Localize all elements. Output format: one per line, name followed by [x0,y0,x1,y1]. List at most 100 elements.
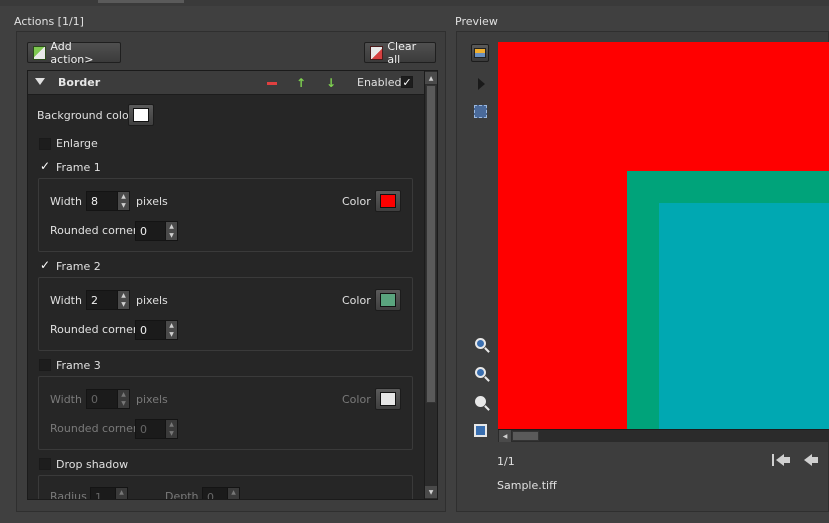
frame-2-color-button[interactable] [375,289,401,311]
drop-shadow-group: Radius 1▲▼ Depth 0▲▼ [38,475,413,500]
preview-image[interactable] [498,42,829,429]
spin-down-icon[interactable]: ▼ [228,497,239,499]
fit-window-button[interactable] [471,421,489,439]
radius-value: 1 [95,490,102,500]
frame-1-pixels-label: pixels [136,195,168,208]
spin-down-icon[interactable]: ▼ [166,231,177,240]
zoom-actual-icon [474,395,486,407]
image-icon [474,48,486,58]
frame-3-rounded-value: 0 [140,422,147,436]
move-up-icon[interactable]: ↑ [296,76,310,90]
frame-1-group: Width 8 ▲ ▼ pixels Color Rounded corner 0 ▲… [38,178,413,252]
frame-1-color-swatch [380,194,396,208]
actions-vertical-scrollbar[interactable]: ▲ ▼ [424,71,437,499]
spin-up-icon[interactable]: ▲ [118,390,129,399]
frame-3-rounded-label: Rounded corner [50,422,138,435]
frame-1-rounded-label: Rounded corner [50,224,138,237]
frame-2-color-label: Color [342,294,371,307]
zoom-out-icon [474,366,486,378]
spin-down-icon[interactable]: ▼ [118,399,129,408]
spin-up-icon[interactable]: ▲ [228,488,239,497]
collapse-triangle-icon[interactable] [35,78,45,85]
frame-2-width-label: Width [50,294,82,307]
drop-shadow-label: Drop shadow [56,458,129,471]
first-page-button[interactable] [772,453,790,467]
frame-3-checkbox[interactable] [39,359,51,371]
frame-1-label: Frame 1 [56,161,101,174]
remove-action-icon[interactable] [267,82,277,85]
frame-2-width-spinner[interactable]: 2 ▲ ▼ [86,290,130,310]
first-page-bar-icon [772,454,774,466]
page-counter: 1/1 [497,455,515,468]
frame-1-width-spinner[interactable]: 8 ▲ ▼ [86,191,130,211]
scroll-down-icon[interactable]: ▼ [425,486,437,498]
spin-up-icon[interactable]: ▲ [118,192,129,201]
depth-label: Depth [165,490,199,500]
border-section-header[interactable]: Border ↑ ↓ Enabled ✓ [28,71,424,95]
background-color-button[interactable] [128,104,154,126]
clear-all-icon [370,45,384,60]
zoom-out-button[interactable] [471,363,489,381]
active-tab-indicator[interactable] [98,0,184,3]
frame-3-pixels-label: pixels [136,393,168,406]
clear-all-label: Clear all [387,39,417,66]
frame-1-color-button[interactable] [375,190,401,212]
add-action-label: Add action> [50,39,94,66]
frame-3-group: Width 0 ▲ ▼ pixels Color Rounded corner 0 ▲… [38,376,413,450]
spin-up-icon[interactable]: ▲ [116,488,127,497]
frame-1-checkbox[interactable]: ✓ [39,160,51,172]
radius-label: Radius [50,490,87,500]
preview-inner-image [659,203,829,429]
frame-3-color-swatch [380,392,396,406]
enlarge-checkbox[interactable] [39,138,51,150]
first-page-tail-icon [783,457,790,463]
spin-up-icon[interactable]: ▲ [166,222,177,231]
filename-label: Sample.tiff [497,479,557,492]
enlarge-label: Enlarge [56,137,98,150]
spin-down-icon[interactable]: ▼ [166,429,177,438]
depth-spinner[interactable]: 0 ▲▼ [202,487,240,500]
enabled-label: Enabled [357,76,402,89]
frame-3-rounded-spinner[interactable]: 0 ▲ ▼ [135,419,178,439]
frame-2-checkbox[interactable]: ✓ [39,259,51,271]
spin-down-icon[interactable]: ▼ [118,300,129,309]
frame-2-pixels-label: pixels [136,294,168,307]
spin-down-icon[interactable]: ▼ [118,201,129,210]
preview-panel-title: Preview [455,15,498,28]
frame-3-width-spinner[interactable]: 0 ▲ ▼ [86,389,130,409]
spin-down-icon[interactable]: ▼ [166,330,177,339]
frame-2-label: Frame 2 [56,260,101,273]
h-scroll-thumb[interactable] [512,431,539,441]
frame-1-width-label: Width [50,195,82,208]
move-down-icon[interactable]: ↓ [326,76,340,90]
scroll-thumb[interactable] [426,85,436,403]
enabled-checkbox[interactable]: ✓ [401,76,413,88]
scroll-left-icon[interactable]: ◀ [499,430,511,442]
border-section-title: Border [58,76,101,89]
add-action-button[interactable]: Add action> [27,39,121,66]
frame-1-rounded-spinner[interactable]: 0 ▲ ▼ [135,221,178,241]
spin-down-icon[interactable]: ▼ [116,497,127,499]
spin-up-icon[interactable]: ▲ [118,291,129,300]
scroll-up-icon[interactable]: ▲ [425,72,437,84]
background-color-swatch [133,108,149,122]
frame-3-color-button[interactable] [375,388,401,410]
radius-spinner[interactable]: 1 ▲▼ [90,487,128,500]
show-original-button[interactable] [471,44,489,62]
spin-up-icon[interactable]: ▲ [166,420,177,429]
frame-1-width-value: 8 [91,194,98,208]
frame-3-label: Frame 3 [56,359,101,372]
preview-horizontal-scrollbar[interactable]: ◀ [498,429,829,442]
frame-3-width-value: 0 [91,392,98,406]
depth-value: 0 [207,490,214,500]
crop-selection-icon[interactable] [474,105,487,118]
previous-page-button[interactable] [804,453,820,467]
actions-panel-title: Actions [1/1] [14,15,84,28]
drop-shadow-checkbox[interactable] [39,458,51,470]
play-icon[interactable] [478,78,485,90]
spin-up-icon[interactable]: ▲ [166,321,177,330]
frame-2-rounded-spinner[interactable]: 0 ▲ ▼ [135,320,178,340]
clear-all-button[interactable]: Clear all [364,39,436,66]
zoom-in-button[interactable] [471,334,489,352]
zoom-actual-button[interactable] [471,392,489,410]
